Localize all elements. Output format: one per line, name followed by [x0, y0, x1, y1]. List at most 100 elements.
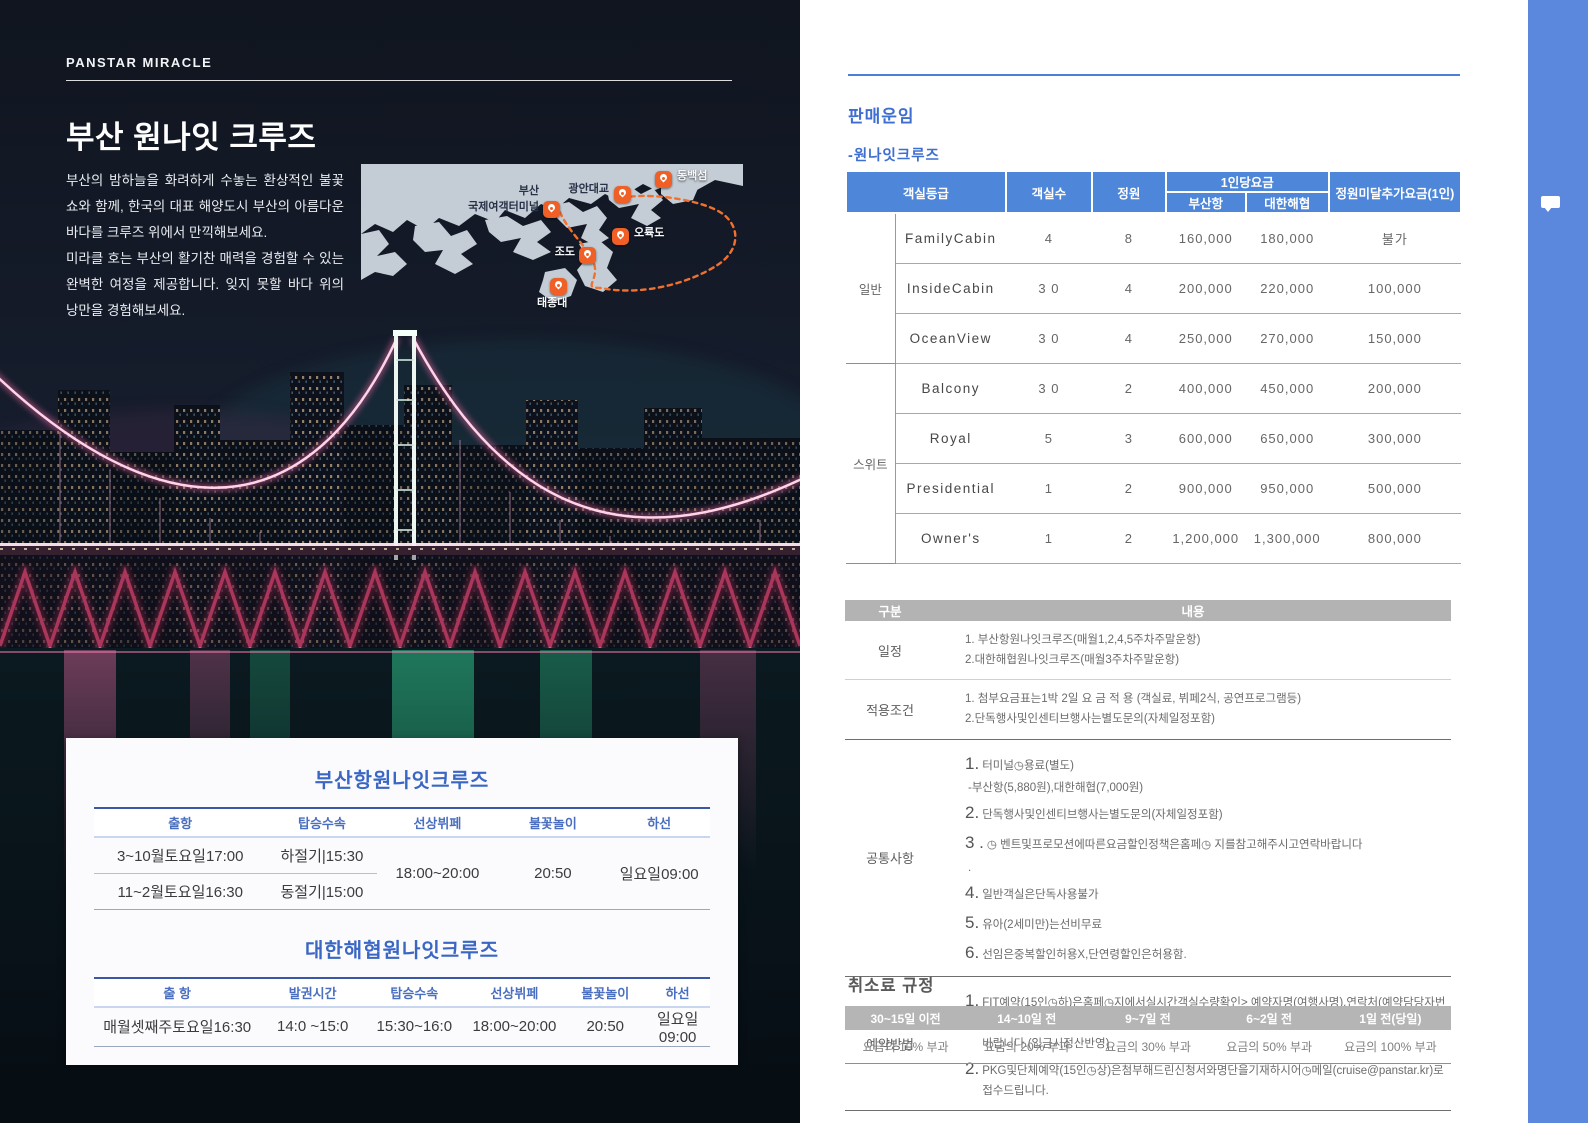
intro-paragraph: 부산의 밤하늘을 화려하게 수놓는 환상적인 불꽃쇼와 함께, 한국의 대표 해… — [66, 168, 344, 324]
table-header-row: 출 항 발권시간 탑승수속 선상뷔페 불꽃놀이 하선 — [94, 978, 710, 1007]
col-boarding: 탑승수속 — [365, 978, 464, 1007]
row-content: 1. 부산항원나잇크루즈(매월1,2,4,5주차주말운항) 2.대한해협원나잇크… — [935, 621, 1451, 679]
map-pin-terminal — [543, 201, 560, 218]
table-cell: 4 — [1006, 213, 1092, 263]
table-cell: 200,000 — [1329, 363, 1461, 413]
table-row: Owner's 1 2 1,200,000 1,300,000 800,000 — [846, 513, 1461, 563]
table-cell: FamilyCabin — [895, 213, 1006, 263]
table-cell: 5 — [1006, 413, 1092, 463]
row-label: 일정 — [845, 641, 935, 660]
cancel-col: 30~15일 이전 — [845, 1006, 966, 1030]
table-cell: 요금의 10% 부과 — [845, 1030, 966, 1063]
col-departure: 출 항 — [94, 978, 260, 1007]
busan-port-schedule-table: 출항 탑승수속 선상뷔페 불꽃놀이 하선 3~10월토요일17:00 하절기|1… — [94, 807, 710, 910]
table-cell: 20:50 — [497, 837, 608, 909]
cancellation-table: 30~15일 이전 14~10일 전 9~7일 전 6~2일 전 1일 전(당일… — [845, 1006, 1451, 1064]
table-cell: 하절기|15:30 — [266, 837, 377, 873]
col-korea-strait: 대한해협 — [1246, 192, 1329, 213]
top-rule — [848, 74, 1460, 76]
table-cell: 동절기|15:00 — [266, 873, 377, 909]
brand-underline — [66, 80, 732, 81]
left-page: PANSTAR MIRACLE 부산 원나잇 크루즈 부산의 밤하늘을 화려하게… — [0, 0, 800, 1123]
table-header-row: 출항 탑승수속 선상뷔페 불꽃놀이 하선 — [94, 808, 710, 837]
cancel-header-row: 30~15일 이전 14~10일 전 9~7일 전 6~2일 전 1일 전(당일… — [845, 1006, 1451, 1030]
info-table-bottom-rule — [845, 1110, 1451, 1111]
col-shortfall: 정원미달추가요금(1인) — [1329, 171, 1461, 213]
info-line: 1.터미널◷용료(별도) — [965, 749, 1447, 779]
table-cell: OceanView — [895, 313, 1006, 363]
info-line: 2.단독행사및인센티브행사는별도문의(자체일정포함) — [965, 709, 1447, 729]
col-buffet: 선상뷔페 — [464, 978, 566, 1007]
col-busan-port: 부산항 — [1166, 192, 1246, 213]
col-category: 구분 — [845, 601, 935, 620]
schedule-card: 부산항원나잇크루즈 출항 탑승수속 선상뷔페 불꽃놀이 하선 3~10월토요일1… — [66, 738, 738, 1065]
fare-header-row: 객실등급 객실수 정원 1인당요금 정원미달추가요금(1인) — [846, 171, 1461, 192]
info-line: . — [965, 858, 1447, 878]
group-label-suite: 스위트 — [846, 363, 895, 563]
table-row: Royal 5 3 600,000 650,000 300,000 — [846, 413, 1461, 463]
right-edge-strip — [1528, 0, 1588, 1123]
table-cell: Royal — [895, 413, 1006, 463]
table-cell: 일요일09:00 — [608, 837, 710, 909]
col-capacity: 정원 — [1092, 171, 1166, 213]
table-cell: 1 — [1006, 463, 1092, 513]
col-departure: 출항 — [94, 808, 266, 837]
map-pin-taejongdae — [550, 278, 567, 295]
table-cell: 800,000 — [1329, 513, 1461, 563]
map-pin-oryukdo — [612, 228, 629, 245]
col-buffet: 선상뷔페 — [377, 808, 497, 837]
info-row-schedule: 일정 1. 부산항원나잇크루즈(매월1,2,4,5주차주말운항) 2.대한해협원… — [845, 621, 1451, 679]
brochure-sheet: PANSTAR MIRACLE 부산 원나잇 크루즈 부산의 밤하늘을 화려하게… — [0, 0, 1588, 1123]
info-line: 5.유아(2세미만)는선비무료 — [965, 908, 1447, 938]
table-cell: 매월셋째주토요일16:30 — [94, 1007, 260, 1047]
table-cell: 15:30~16:0 — [365, 1007, 464, 1047]
fare-heading: 판매운임 — [848, 102, 915, 127]
table-cell: 100,000 — [1329, 263, 1461, 313]
table-cell: 요금의 100% 부과 — [1330, 1030, 1451, 1063]
row-content: 1.터미널◷용료(별도) -부산항(5,880원),대한해협(7,000원) 2… — [935, 740, 1451, 977]
cancel-value-row: 요금의 10% 부과 요금의 20% 부과 요금의 30% 부과 요금의 50%… — [845, 1030, 1451, 1063]
table-row: OceanView 3 0 4 250,000 270,000 150,000 — [846, 313, 1461, 363]
col-ticketing: 발권시간 — [260, 978, 365, 1007]
table-cell: 1 — [1006, 513, 1092, 563]
table-cell: 3 0 — [1006, 263, 1092, 313]
info-line: 2.대한해협원나잇크루즈(매월3주차주말운항) — [965, 650, 1447, 670]
map-label-taejongdae: 태종대 — [537, 296, 567, 312]
table-row: InsideCabin 3 0 4 200,000 220,000 100,00… — [846, 263, 1461, 313]
info-line: 6.선임은중복할인허용X,단연령할인은허용함. — [965, 938, 1447, 968]
col-fireworks: 불꽃놀이 — [565, 978, 645, 1007]
table-row: 매월셋째주토요일16:30 14:0 ~15:0 15:30~16:0 18:0… — [94, 1007, 710, 1047]
cancel-col: 14~10일 전 — [966, 1006, 1087, 1030]
table-cell: 3 0 — [1006, 363, 1092, 413]
info-row-common: 공통사항 1.터미널◷용료(별도) -부산항(5,880원),대한해협(7,00… — [845, 739, 1451, 977]
info-row-conditions: 적용조건 1. 첨부요금표는1박 2일 요 금 적 용 (객실료, 뷔페2식, … — [845, 679, 1451, 738]
table-cell: 650,000 — [1246, 413, 1329, 463]
info-line: 3 .◷ 벤트및프로모션에따른요금할인정책은홈페◷ 지를참고해주시고연락바랍니다 — [965, 828, 1447, 858]
table-cell: 18:00~20:00 — [377, 837, 497, 909]
table-cell: 220,000 — [1246, 263, 1329, 313]
map-pin-dongbaek-island — [655, 171, 672, 188]
table-cell: 2 — [1092, 513, 1166, 563]
table-cell: 4 — [1092, 313, 1166, 363]
table-cell: 200,000 — [1166, 263, 1246, 313]
table-cell: 4 — [1092, 263, 1166, 313]
table-cell: 2 — [1092, 463, 1166, 513]
map-label-oryukdo: 오륙도 — [634, 226, 664, 242]
table-cell: 3 — [1092, 413, 1166, 463]
info-line: 1. 첨부요금표는1박 2일 요 금 적 용 (객실료, 뷔페2식, 공연프로그… — [965, 689, 1447, 709]
col-boarding: 탑승수속 — [266, 808, 377, 837]
table-cell: 950,000 — [1246, 463, 1329, 513]
table-cell: 1,200,000 — [1166, 513, 1246, 563]
cancel-col: 9~7일 전 — [1087, 1006, 1208, 1030]
table-cell: Owner's — [895, 513, 1006, 563]
fare-subheading: -원나잇크루즈 — [848, 144, 940, 165]
table-row: 3~10월토요일17:00 하절기|15:30 18:00~20:00 20:5… — [94, 837, 710, 873]
comment-bubble-icon[interactable] — [1541, 196, 1560, 208]
fare-table: 객실등급 객실수 정원 1인당요금 정원미달추가요금(1인) 부산항 대한해협 … — [845, 170, 1462, 564]
table-row: Presidential 1 2 900,000 950,000 500,000 — [846, 463, 1461, 513]
korea-strait-cruise-title: 대한해협원나잇크루즈 — [94, 934, 710, 963]
col-fireworks: 불꽃놀이 — [497, 808, 608, 837]
map-label-jodo: 조도 — [555, 245, 575, 261]
info-line: -부산항(5,880원),대한해협(7,000원) — [965, 778, 1447, 798]
col-disembark: 하선 — [608, 808, 710, 837]
